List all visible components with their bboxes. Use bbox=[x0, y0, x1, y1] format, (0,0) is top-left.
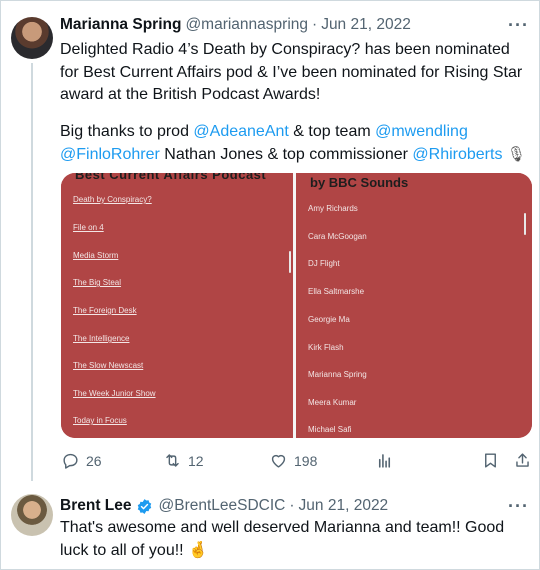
nominee-item: The Intelligence bbox=[73, 334, 130, 343]
text-span: Big thanks to prod bbox=[60, 123, 194, 140]
share-button[interactable] bbox=[513, 451, 532, 470]
nominee-item: Marianna Spring bbox=[308, 370, 367, 379]
nominee-item: Georgie Ma bbox=[308, 315, 350, 324]
tweet-actions: 26 12 198 bbox=[61, 451, 536, 475]
nominee-item: The Week Junior Show bbox=[73, 389, 156, 398]
nominee-item: Kirk Flash bbox=[308, 343, 344, 352]
analytics-icon bbox=[378, 454, 391, 468]
left-panel-heading: Best Current Affairs Podcast bbox=[75, 173, 267, 182]
analytics-button[interactable] bbox=[375, 451, 394, 470]
nominee-item: The Foreign Desk bbox=[73, 306, 137, 315]
tweet-text: Delighted Radio 4’s Death by Conspiracy?… bbox=[60, 39, 530, 107]
text-span: Nathan Jones & top commissioner bbox=[159, 145, 413, 163]
nominee-item: File on 4 bbox=[73, 223, 104, 232]
nominee-item: Today in Focus bbox=[73, 416, 127, 425]
nominee-item: Death by Conspiracy? bbox=[73, 195, 152, 204]
tweet-line: Delighted Radio 4’s Death by Conspiracy?… bbox=[60, 41, 510, 58]
nominee-item: The Big Steal bbox=[73, 278, 122, 287]
tweet-text: That's awesome and well deserved Mariann… bbox=[60, 517, 530, 562]
mention-link[interactable]: @AdeaneAnt bbox=[193, 123, 288, 140]
author-handle[interactable]: @BrentLeeSDCIC bbox=[159, 497, 286, 515]
scrollbar bbox=[289, 251, 291, 273]
image-right-panel: by BBC Sounds Amy Richards Cara McGoogan… bbox=[296, 173, 532, 438]
text-span: & top team bbox=[288, 123, 376, 140]
bookmark-icon bbox=[485, 453, 496, 468]
bookmark-button[interactable] bbox=[481, 451, 500, 470]
tweet-line: That's awesome and well deserved Mariann… bbox=[60, 519, 505, 536]
thread-connector-line bbox=[31, 63, 33, 481]
tweet-header: Marianna Spring @mariannaspring · Jun 21… bbox=[60, 16, 411, 34]
author-handle[interactable]: @mariannaspring bbox=[185, 16, 308, 34]
nominee-item: Amy Richards bbox=[308, 204, 358, 213]
tweet-line: award at the British Podcast Awards! bbox=[60, 86, 321, 103]
nominee-item: Cara McGoogan bbox=[308, 232, 367, 241]
tweet-line: luck to all of you!! 🤞 bbox=[60, 541, 208, 559]
like-count: 198 bbox=[294, 452, 318, 469]
author-name[interactable]: Marianna Spring bbox=[60, 16, 181, 34]
microphone-icon: 🎙 bbox=[506, 145, 526, 163]
mention-link[interactable]: @Rhiroberts bbox=[412, 146, 502, 163]
image-left-panel: Best Current Affairs Podcast Death by Co… bbox=[61, 173, 293, 438]
nominee-item: Meera Kumar bbox=[308, 398, 357, 407]
nominee-item: Ella Saltmarshe bbox=[308, 287, 365, 296]
nominee-item: Media Storm bbox=[73, 251, 119, 260]
tweet-header: Brent Lee @BrentLeeSDCIC · Jun 21, 2022 bbox=[60, 497, 388, 515]
reply-icon bbox=[63, 453, 78, 469]
tweet-date[interactable]: Jun 21, 2022 bbox=[321, 16, 411, 34]
tweet-thanks-text: Big thanks to prod @AdeaneAnt & top team… bbox=[60, 121, 530, 166]
reply-button[interactable]: 26 bbox=[61, 451, 102, 470]
attached-image[interactable]: Best Current Affairs Podcast Death by Co… bbox=[61, 173, 532, 438]
tweet-line: for Best Current Affairs pod & I’ve been… bbox=[60, 63, 523, 81]
avatar[interactable] bbox=[11, 494, 53, 536]
tweet-date[interactable]: Jun 21, 2022 bbox=[299, 497, 389, 515]
separator-dot: · bbox=[289, 497, 295, 514]
nominee-item: Michael Safi bbox=[308, 425, 352, 434]
more-options-icon[interactable]: ··· bbox=[508, 496, 529, 517]
retweet-button[interactable]: 12 bbox=[163, 451, 204, 470]
nominee-item: DJ Flight bbox=[308, 259, 340, 268]
separator-dot: · bbox=[312, 16, 318, 33]
retweet-count: 12 bbox=[188, 452, 204, 469]
scrollbar bbox=[524, 213, 526, 235]
tweet-thread: Marianna Spring @mariannaspring · Jun 21… bbox=[0, 0, 540, 570]
retweet-icon bbox=[166, 454, 179, 467]
share-icon bbox=[516, 453, 529, 467]
verified-badge-icon bbox=[137, 498, 151, 514]
reply-count: 26 bbox=[86, 452, 102, 469]
right-panel-heading: by BBC Sounds bbox=[310, 175, 409, 190]
heart-icon bbox=[271, 454, 286, 468]
like-button[interactable]: 198 bbox=[269, 451, 317, 470]
avatar[interactable] bbox=[11, 17, 53, 59]
mention-link[interactable]: @FinloRohrer bbox=[60, 146, 160, 163]
author-name[interactable]: Brent Lee bbox=[60, 497, 132, 515]
more-options-icon[interactable]: ··· bbox=[508, 15, 529, 36]
mention-link[interactable]: @mwendling bbox=[375, 123, 468, 140]
nominee-item: The Slow Newscast bbox=[73, 361, 144, 370]
